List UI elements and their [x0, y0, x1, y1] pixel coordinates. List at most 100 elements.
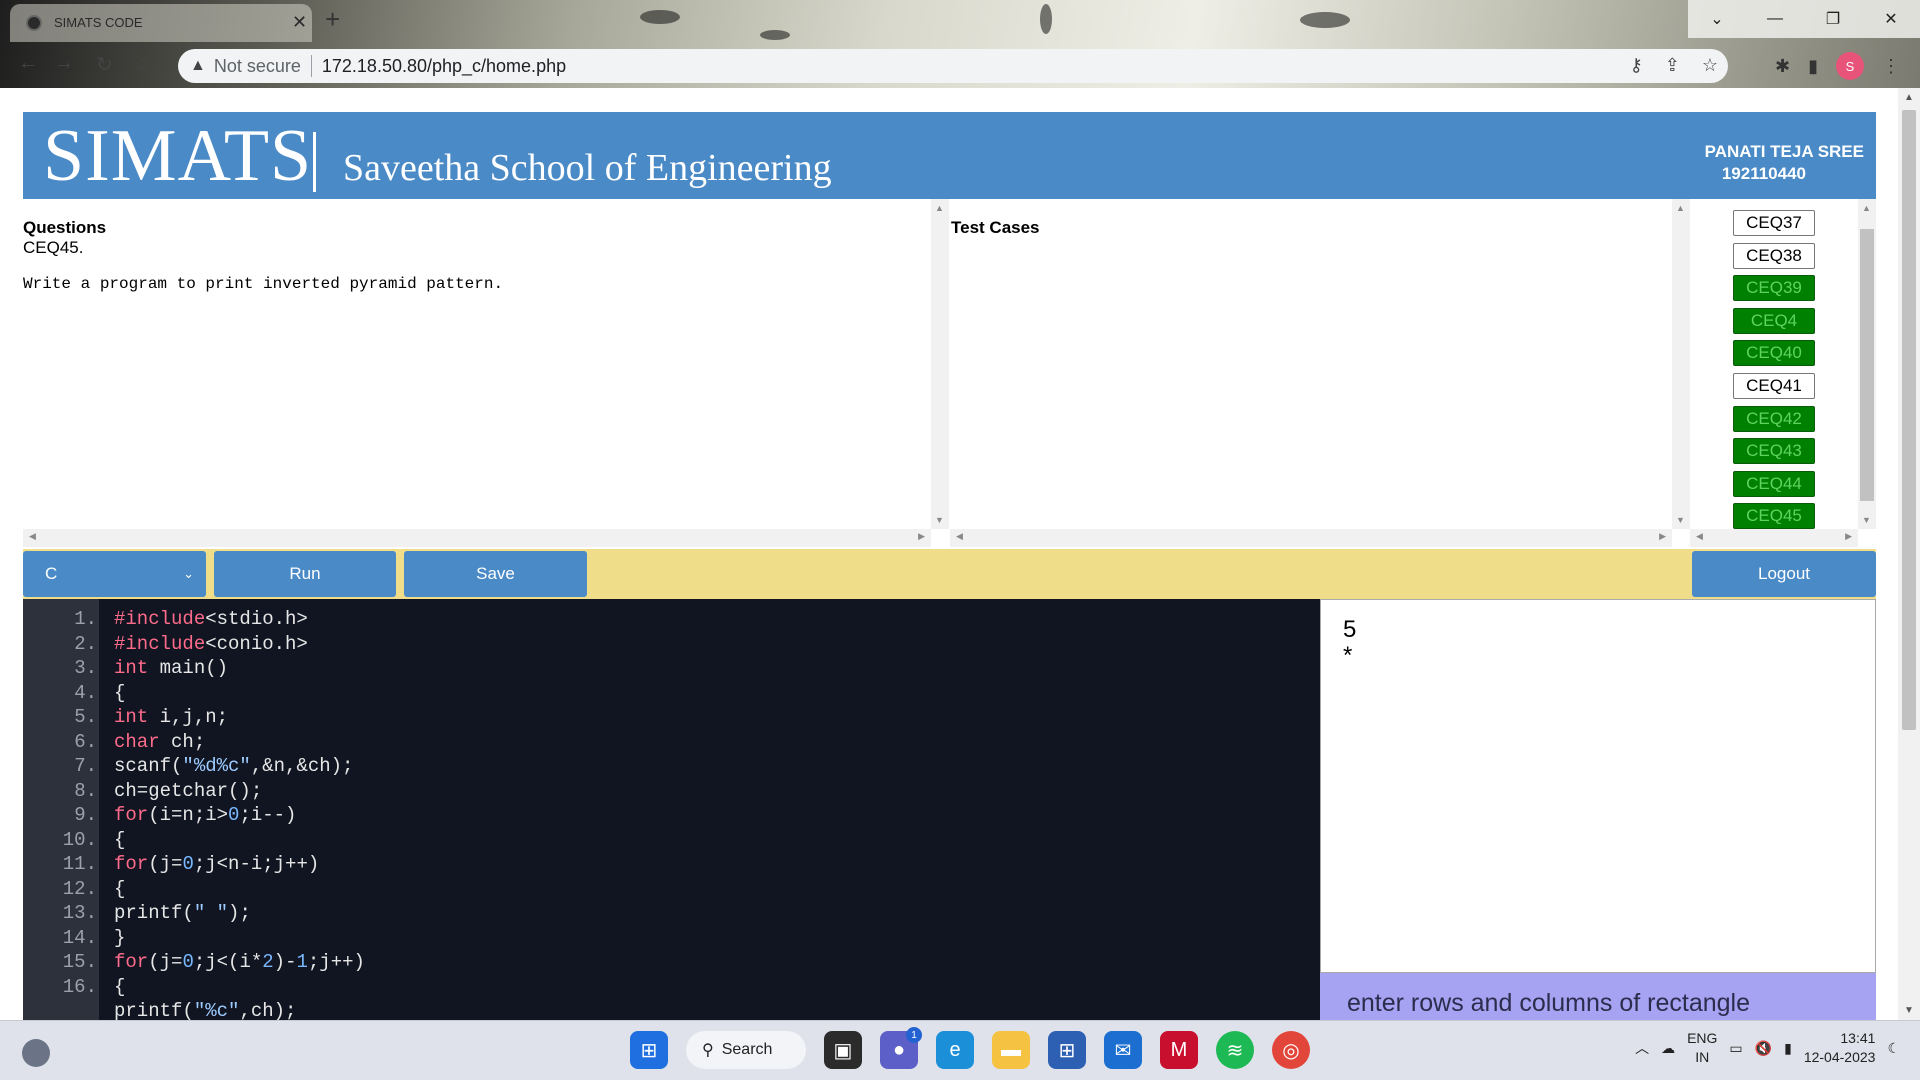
file-explorer-icon[interactable]: ▬ [992, 1031, 1030, 1069]
question-button[interactable]: CEQ44 [1733, 470, 1815, 497]
questions-horizontal-scrollbar[interactable]: ◀ ▶ [23, 529, 931, 547]
code-text[interactable]: scanf("%d%c",&n,&ch); [114, 754, 353, 778]
home-icon[interactable]: ⌂ [136, 52, 148, 75]
tab-search-icon[interactable]: ⌄ [1688, 0, 1746, 38]
scroll-down-icon[interactable]: ▼ [935, 515, 944, 525]
window-close-icon[interactable]: ✕ [1862, 0, 1920, 38]
volume-muted-icon[interactable]: 🔇 [1755, 1040, 1772, 1057]
back-icon[interactable]: ← [18, 52, 38, 75]
test-cases-horizontal-scrollbar[interactable]: ◀ ▶ [950, 529, 1672, 547]
code-text[interactable]: { [114, 877, 125, 901]
side-panel-icon[interactable]: ▮ [1808, 56, 1818, 77]
question-button[interactable]: CEQ38 [1733, 242, 1815, 269]
not-secure-label[interactable]: Not secure [214, 56, 301, 77]
language-indicator[interactable]: ENG IN [1687, 1029, 1717, 1067]
code-text[interactable]: char ch; [114, 730, 205, 754]
url-text[interactable]: 172.18.50.80/php_c/home.php [322, 56, 566, 77]
microsoft-store-icon[interactable]: ⊞ [1048, 1031, 1086, 1069]
logout-button[interactable]: Logout [1692, 551, 1876, 597]
code-text[interactable]: printf("%c",ch); [114, 999, 296, 1020]
bookmark-star-icon[interactable]: ☆ [1702, 55, 1718, 76]
share-icon[interactable]: ⇪ [1665, 55, 1680, 76]
test-cases-vertical-scrollbar[interactable]: ▲ ▼ [1672, 199, 1690, 529]
page-scrollbar[interactable]: ▲ ▼ [1898, 88, 1920, 1020]
scroll-thumb[interactable] [1860, 229, 1874, 501]
question-button[interactable]: CEQ42 [1733, 405, 1815, 432]
code-text[interactable]: #include<conio.h> [114, 632, 308, 656]
code-text[interactable]: for(j=0;j<n-i;j++) [114, 852, 319, 876]
question-button[interactable]: CEQ40 [1733, 340, 1815, 367]
code-text[interactable]: ch=getchar(); [114, 779, 262, 803]
code-text[interactable]: { [114, 681, 125, 705]
restore-icon[interactable]: ❐ [1804, 0, 1862, 38]
code-text[interactable]: { [114, 828, 125, 852]
question-button[interactable]: CEQ45 [1733, 503, 1815, 530]
scroll-down-icon[interactable]: ▼ [1862, 515, 1871, 525]
question-list-horizontal-scrollbar[interactable]: ◀ ▶ [1690, 529, 1858, 547]
close-icon[interactable]: ✕ [292, 12, 307, 33]
stdin-input[interactable]: enter rows and columns of rectangle [1320, 973, 1876, 1020]
network-icon[interactable]: ▭ [1729, 1040, 1742, 1057]
battery-icon[interactable]: ▮ [1784, 1040, 1792, 1057]
new-tab-icon[interactable]: + [325, 4, 340, 35]
teams-chat-icon[interactable]: ● 1 [880, 1027, 922, 1069]
code-text[interactable]: { [114, 975, 125, 999]
profile-avatar[interactable]: S [1836, 52, 1864, 80]
scroll-up-icon[interactable]: ▲ [1862, 203, 1871, 213]
start-windows-icon[interactable]: ⊞ [630, 1031, 668, 1069]
scroll-up-icon[interactable]: ▲ [1904, 92, 1914, 103]
scroll-right-icon[interactable]: ▶ [918, 531, 925, 542]
language-select[interactable]: C ⌄ [23, 551, 206, 597]
code-text[interactable]: int main() [114, 656, 228, 680]
chrome-icon[interactable]: ◎ [1272, 1031, 1310, 1069]
code-text[interactable]: #include<stdio.h> [114, 607, 308, 631]
mcafee-icon[interactable]: M [1160, 1031, 1198, 1069]
scroll-down-icon[interactable]: ▼ [1904, 1005, 1914, 1016]
menu-kebab-icon[interactable]: ⋮ [1882, 56, 1900, 77]
browser-tab[interactable]: SIMATS CODE ✕ [10, 4, 312, 42]
clock[interactable]: 13:41 12-04-2023 [1804, 1029, 1876, 1067]
scroll-left-icon[interactable]: ◀ [29, 531, 36, 542]
scroll-left-icon[interactable]: ◀ [1696, 531, 1703, 542]
taskbar-search[interactable]: ⚲ Search [686, 1031, 806, 1069]
question-button[interactable]: CEQ37 [1733, 210, 1815, 236]
code-text[interactable]: for(i=n;i>0;i--) [114, 803, 296, 827]
reload-icon[interactable]: ↻ [96, 52, 113, 77]
scroll-left-icon[interactable]: ◀ [956, 531, 963, 542]
code-editor[interactable]: 1. #include<stdio.h> 2. #include<conio.h> 3.… [23, 599, 1320, 1020]
scroll-down-icon[interactable]: ▼ [1676, 515, 1685, 525]
code-text[interactable]: int i,j,n; [114, 705, 228, 729]
weather-icon[interactable] [22, 1039, 50, 1067]
spotify-icon[interactable]: ≋ [1216, 1031, 1254, 1069]
run-button[interactable]: Run [214, 551, 396, 597]
line-number: 11. [62, 853, 97, 875]
code-text[interactable]: } [114, 926, 125, 950]
questions-vertical-scrollbar[interactable]: ▲ ▼ [931, 199, 949, 529]
question-button[interactable]: CEQ39 [1733, 275, 1815, 302]
forward-icon[interactable]: → [54, 52, 74, 75]
key-icon[interactable]: ⚷ [1630, 55, 1643, 76]
line-number: 4. [74, 681, 97, 704]
notification-moon-icon[interactable]: ☾ [1887, 1040, 1900, 1057]
question-list-scrollbar[interactable]: ▲ ▼ [1858, 199, 1876, 529]
show-hidden-icons-chevron-icon[interactable]: ︿ [1635, 1038, 1649, 1058]
minimize-icon[interactable]: — [1746, 0, 1804, 38]
question-button[interactable]: CEQ4 [1733, 307, 1815, 334]
edge-browser-icon[interactable]: e [936, 1031, 974, 1069]
question-button[interactable]: CEQ41 [1733, 373, 1815, 399]
save-button[interactable]: Save [404, 551, 587, 597]
mail-icon[interactable]: ✉ [1104, 1031, 1142, 1069]
onedrive-cloud-icon[interactable]: ☁ [1661, 1040, 1675, 1057]
scroll-right-icon[interactable]: ▶ [1845, 531, 1852, 542]
scroll-right-icon[interactable]: ▶ [1659, 531, 1666, 542]
scroll-up-icon[interactable]: ▲ [935, 203, 944, 213]
extensions-puzzle-icon[interactable]: ✱ [1775, 56, 1790, 77]
page-scroll-thumb[interactable] [1902, 110, 1916, 730]
scroll-up-icon[interactable]: ▲ [1676, 203, 1685, 213]
task-view-icon[interactable]: ▣ [824, 1031, 862, 1069]
warning-icon[interactable]: ▲ [190, 57, 206, 75]
address-bar[interactable]: ▲ Not secure 172.18.50.80/php_c/home.php… [178, 49, 1728, 83]
question-button[interactable]: CEQ43 [1733, 438, 1815, 465]
code-text[interactable]: printf(" "); [114, 901, 251, 925]
code-text[interactable]: for(j=0;j<(i*2)-1;j++) [114, 950, 365, 974]
